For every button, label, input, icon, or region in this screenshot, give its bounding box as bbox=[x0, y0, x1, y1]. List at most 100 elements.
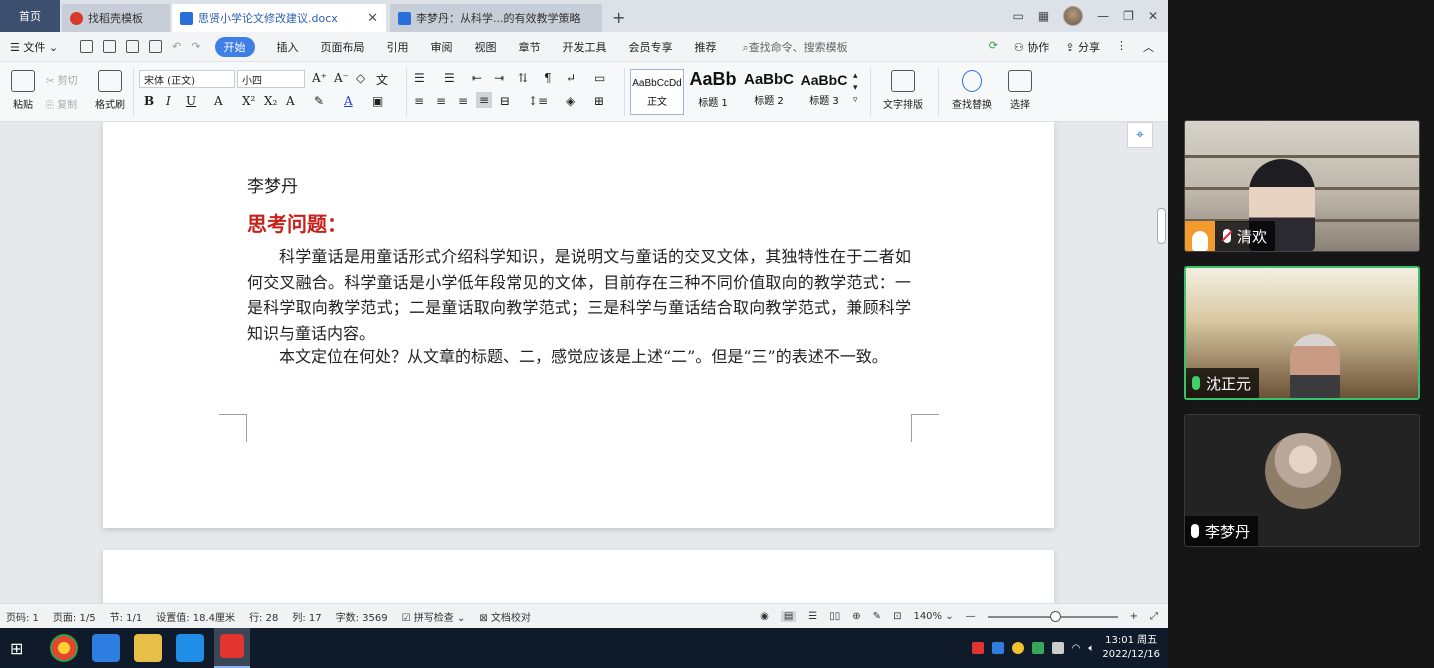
print-icon[interactable] bbox=[126, 40, 140, 53]
eye-protection-icon[interactable]: ◉ bbox=[760, 611, 769, 622]
font-name-select[interactable]: 宋体 (正文) bbox=[139, 70, 235, 88]
windows-start-icon[interactable]: ⊞ bbox=[10, 639, 23, 658]
zoom-out-icon[interactable]: — bbox=[966, 611, 976, 622]
fit-page-icon[interactable]: ⊡ bbox=[893, 611, 901, 622]
text-effect-icon[interactable]: A bbox=[286, 94, 295, 108]
new-tab-icon[interactable]: + bbox=[612, 8, 625, 27]
style-heading-2[interactable]: AaBbC 标题 2 bbox=[742, 69, 796, 115]
font-size-select[interactable]: 小四 bbox=[237, 70, 305, 88]
style-normal[interactable]: AaBbCcDd 正文 bbox=[630, 69, 684, 115]
menu-item-developer[interactable]: 开发工具 bbox=[563, 39, 607, 55]
line-spacing-icon[interactable]: ↕≡ bbox=[528, 94, 548, 108]
style-heading-3[interactable]: AaBbC 标题 3 bbox=[798, 69, 850, 115]
decrease-indent-icon[interactable]: ⇤ bbox=[472, 71, 482, 85]
clock[interactable]: 13:01 周五 2022/12/16 bbox=[1102, 634, 1160, 662]
justify-icon[interactable]: ≡ bbox=[476, 92, 493, 108]
wps-tray-icon[interactable] bbox=[971, 642, 984, 654]
layout-icon[interactable]: ▭ bbox=[1012, 9, 1023, 23]
zoom-level[interactable]: 140% ⌄ bbox=[913, 611, 953, 622]
paste-button[interactable]: 粘贴 bbox=[8, 70, 38, 111]
volume-icon[interactable]: 🔈︎ bbox=[1088, 643, 1094, 654]
share-button[interactable]: ⇪ 分享 bbox=[1065, 39, 1100, 55]
redo-icon[interactable]: ↷ bbox=[191, 40, 200, 53]
participant-video-1[interactable]: 清欢 bbox=[1184, 120, 1420, 252]
menu-item-chapter[interactable]: 章节 bbox=[519, 39, 541, 55]
find-replace-button[interactable]: 查找替换 bbox=[944, 70, 1000, 111]
restore-icon[interactable]: ❐ bbox=[1123, 9, 1134, 23]
tab-home[interactable]: 首页 bbox=[0, 0, 60, 32]
zoom-slider[interactable] bbox=[987, 610, 1118, 622]
clear-format-icon[interactable]: ◇ bbox=[356, 71, 365, 85]
close-window-icon[interactable]: ✕ bbox=[1148, 9, 1158, 23]
emoji-tray-icon[interactable] bbox=[1011, 642, 1024, 654]
minimize-icon[interactable]: — bbox=[1097, 9, 1109, 23]
menu-item-member[interactable]: 会员专享 bbox=[629, 39, 673, 55]
location-pin-icon[interactable]: ⌖ bbox=[1127, 122, 1153, 148]
bold-icon[interactable]: B bbox=[144, 94, 154, 108]
vertical-scrollbar[interactable] bbox=[1157, 208, 1166, 244]
wps-taskbar-button[interactable] bbox=[214, 628, 250, 668]
menu-item-page-layout[interactable]: 页面布局 bbox=[321, 39, 365, 55]
tab-template[interactable]: 找稻壳模板 bbox=[62, 4, 170, 32]
page-view-icon[interactable]: ▤ bbox=[780, 611, 797, 622]
grow-font-icon[interactable]: A⁺ bbox=[312, 71, 327, 85]
menu-item-insert[interactable]: 插入 bbox=[277, 39, 299, 55]
styles-scroll-icon[interactable]: ▴ ▾ ▿ bbox=[853, 70, 858, 106]
menu-item-view[interactable]: 视图 bbox=[475, 39, 497, 55]
preview-icon[interactable] bbox=[149, 40, 163, 53]
phonetic-icon[interactable]: 文 bbox=[376, 71, 388, 88]
document-area[interactable]: 李梦丹 思考问题： 科学童话是用童话形式介绍科学知识，是说明文与童话的交叉文体，… bbox=[0, 122, 1168, 603]
feishu-icon[interactable] bbox=[92, 634, 120, 662]
subscript-icon[interactable]: X₂ bbox=[264, 94, 277, 108]
superscript-icon[interactable]: X² bbox=[242, 94, 255, 108]
battery-icon[interactable] bbox=[1051, 642, 1064, 654]
chrome-icon[interactable] bbox=[50, 634, 78, 662]
borders-icon[interactable]: ⊞ bbox=[594, 94, 604, 108]
cut-button[interactable]: ✂ 剪切 bbox=[46, 72, 78, 87]
pen-icon[interactable]: ✎ bbox=[873, 611, 881, 622]
wifi-icon[interactable]: ◠ bbox=[1072, 643, 1081, 654]
text-layout-button[interactable]: 文字排版 bbox=[876, 70, 930, 111]
more-icon[interactable]: ⋮ bbox=[1116, 39, 1127, 55]
status-pages[interactable]: 页面: 1/5 bbox=[53, 609, 96, 624]
menu-item-home[interactable]: 开始 bbox=[214, 36, 255, 57]
highlight-icon[interactable]: ✎ bbox=[314, 94, 324, 108]
menu-item-references[interactable]: 引用 bbox=[387, 39, 409, 55]
underline-icon[interactable]: U bbox=[186, 94, 196, 108]
proofread-button[interactable]: ⊠ 文档校对 bbox=[479, 609, 531, 624]
export-icon[interactable] bbox=[103, 40, 117, 53]
collab-button[interactable]: ⚇ 协作 bbox=[1014, 39, 1049, 55]
wechat-tray-icon[interactable] bbox=[1031, 642, 1044, 654]
grid-icon[interactable]: ▦ bbox=[1038, 9, 1049, 23]
show-marks-icon[interactable]: ¶ bbox=[544, 71, 552, 85]
align-left-icon[interactable]: ≡ bbox=[414, 94, 424, 108]
align-center-icon[interactable]: ≡ bbox=[436, 94, 446, 108]
fullscreen-icon[interactable]: ⤢ bbox=[1150, 611, 1158, 622]
zoom-in-icon[interactable]: + bbox=[1130, 611, 1138, 622]
file-menu[interactable]: ☰ 文件 ⌄ bbox=[10, 39, 58, 55]
undo-icon[interactable]: ↶ bbox=[172, 40, 181, 53]
user-avatar[interactable] bbox=[1063, 6, 1084, 26]
save-icon[interactable] bbox=[80, 40, 94, 53]
file-explorer-icon[interactable] bbox=[134, 634, 162, 662]
participant-video-2[interactable]: 沈正元 bbox=[1184, 266, 1420, 400]
zoom-slider-knob[interactable] bbox=[1050, 610, 1062, 622]
style-heading-1[interactable]: AaBb 标题 1 bbox=[686, 69, 740, 115]
shading-icon[interactable]: ◈ bbox=[566, 94, 575, 108]
menu-item-review[interactable]: 审阅 bbox=[431, 39, 453, 55]
bullet-list-icon[interactable]: ☰ bbox=[414, 71, 425, 85]
meeting-tray-icon[interactable] bbox=[991, 642, 1004, 654]
numbered-list-icon[interactable]: ☰ bbox=[444, 71, 455, 85]
collapse-ribbon-icon[interactable]: ︿ bbox=[1143, 39, 1154, 55]
shrink-font-icon[interactable]: A⁻ bbox=[334, 71, 349, 85]
table-draw-icon[interactable]: ▭ bbox=[594, 71, 605, 85]
strikethrough-icon[interactable]: A bbox=[214, 94, 223, 108]
tab-document-2[interactable]: 李梦丹：从科学...的有效教学策略 bbox=[390, 4, 602, 32]
font-color-icon[interactable]: A bbox=[344, 94, 353, 108]
status-word-count[interactable]: 字数: 3569 bbox=[336, 609, 388, 624]
char-shading-icon[interactable]: ▣ bbox=[372, 94, 383, 108]
document-page[interactable]: 李梦丹 思考问题： 科学童话是用童话形式介绍科学知识，是说明文与童话的交叉文体，… bbox=[103, 122, 1054, 528]
menu-item-recommend[interactable]: 推荐 bbox=[695, 39, 717, 55]
italic-icon[interactable]: I bbox=[166, 94, 171, 108]
reading-view-icon[interactable]: ▯▯ bbox=[829, 611, 840, 622]
